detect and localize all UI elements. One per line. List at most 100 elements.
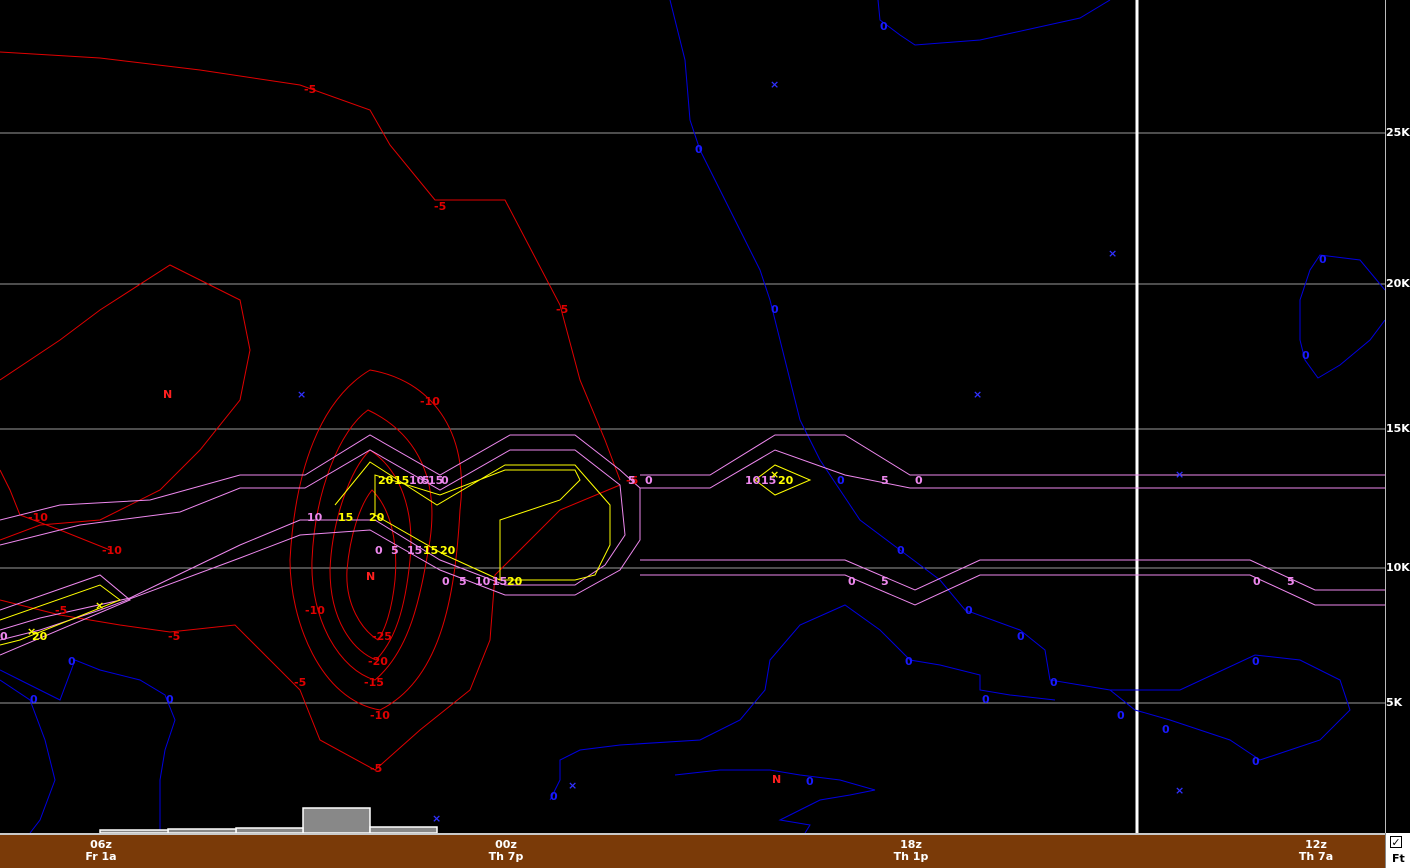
time-label-12z[interactable]: 12z Th 7a (1286, 839, 1346, 863)
icing-label: 0 (915, 474, 923, 487)
forecast-cross-section-window: -5 -5 -5 -10 -10 -10 -5 -10 -25 -20 -15 … (0, 0, 1410, 868)
dewpoint-label: 0 (1252, 655, 1260, 668)
dewpoint-contours (0, 0, 1385, 833)
icing-label: 0 (645, 474, 653, 487)
terrain-block (302, 807, 371, 833)
cross-section-canvas[interactable]: -5 -5 -5 -10 -10 -10 -5 -10 -25 -20 -15 … (0, 0, 1385, 833)
icing-label: 10 (307, 511, 323, 524)
temp-contour-minus5-lower (0, 484, 621, 771)
dewpoint-label: 0 (837, 474, 845, 487)
x-marker: × (297, 388, 306, 401)
icing-label: 0 (375, 544, 383, 557)
temp-label: -25 (372, 630, 392, 643)
altitude-gridlines (0, 132, 1385, 704)
time-label-00z[interactable]: 00z Th 7p (476, 839, 536, 863)
x-marker: × (973, 388, 982, 401)
terrain-profile (99, 807, 438, 833)
time-axis-bar[interactable]: 06z Fr 1a 00z Th 7p 18z Th 1p 12z Th 7a (0, 833, 1385, 868)
temp-label: -15 (364, 676, 384, 689)
icing-label: 0 (1253, 575, 1261, 588)
dewpoint-label: 0 (806, 775, 814, 788)
units-toggle-panel: ✓ Ft (1385, 833, 1410, 868)
time-local: Fr 1a (85, 850, 117, 863)
icing-outer-right-band (640, 434, 1385, 476)
temp-label: -5 (168, 630, 180, 643)
icing-inner-label: 20 (507, 575, 523, 588)
dewpoint-label: 0 (1252, 755, 1260, 768)
low-marker: N (366, 570, 375, 583)
temp-label: -20 (368, 655, 388, 668)
dewpoint-contour-top-right (877, 0, 1111, 46)
icing-outer-labels: 10 15 5 0 0 5 10 15 0 5 10 15 10 15 0 5 … (0, 474, 1295, 643)
temp-label: -10 (420, 395, 440, 408)
temp-label: -10 (28, 511, 48, 524)
altitude-label-5k: 5K (1386, 696, 1403, 709)
x-markers: × × × × × × × × × × × (27, 78, 1184, 825)
temp-label: -5 (370, 762, 382, 775)
time-local: Th 1p (893, 850, 929, 863)
icing-inner-label: 20 (378, 474, 394, 487)
low-marker: N (163, 388, 172, 401)
icing-label: 0 (442, 575, 450, 588)
temp-label: -5 (304, 83, 316, 96)
dewpoint-contour-main (669, 0, 1351, 761)
feet-units-label: Ft (1392, 852, 1405, 865)
icing-inner-label: 15 (338, 511, 353, 524)
altitude-label-10k: 10K (1386, 561, 1410, 574)
dewpoint-label: 0 (1050, 676, 1058, 689)
time-label-18z[interactable]: 18z Th 1p (881, 839, 941, 863)
icing-outer-right-lower-2 (640, 574, 1385, 606)
temp-label: -5 (434, 200, 446, 213)
icing-label: 5 (422, 474, 430, 487)
x-marker: × (432, 812, 441, 825)
x-marker: × (1175, 784, 1184, 797)
icing-label: 5 (391, 544, 399, 557)
icing-label: 5 (1287, 575, 1295, 588)
dewpoint-label: 0 (1302, 349, 1310, 362)
temp-label: -5 (556, 303, 568, 316)
x-marker: × (770, 78, 779, 91)
dewpoint-label: 0 (897, 544, 905, 557)
temp-label: -5 (294, 676, 306, 689)
dewpoint-contour-bottom-left (0, 659, 176, 833)
icing-inner-label: 15 (423, 544, 438, 557)
icing-inner-label: 20 (369, 511, 385, 524)
dewpoint-label: 0 (771, 303, 779, 316)
time-label-06z[interactable]: 06z Fr 1a (71, 839, 131, 863)
x-marker: × (1175, 468, 1184, 481)
x-marker: × (1108, 247, 1117, 260)
dewpoint-label: 0 (68, 655, 76, 668)
icing-label: 0 (0, 630, 8, 643)
dewpoint-label: 0 (695, 143, 703, 156)
x-marker: × (770, 468, 779, 481)
cross-section-plot[interactable]: -5 -5 -5 -10 -10 -10 -5 -10 -25 -20 -15 … (0, 0, 1385, 833)
icing-label: 5 (628, 474, 636, 487)
icing-label: 15 (492, 575, 507, 588)
icing-label: 15 (407, 544, 422, 557)
icing-inner-label: 20 (778, 474, 794, 487)
temp-label: -10 (102, 544, 122, 557)
dewpoint-label: 0 (1017, 630, 1025, 643)
dewpoint-contour-far-right (1299, 254, 1385, 379)
icing-label: 5 (459, 575, 467, 588)
dewpoint-label: 0 (166, 693, 174, 706)
temp-label: -10 (370, 709, 390, 722)
low-markers: N N N (163, 388, 781, 786)
feet-units-checkbox[interactable]: ✓ (1390, 836, 1402, 849)
dewpoint-label: 0 (30, 693, 38, 706)
dewpoint-label: 0 (1162, 723, 1170, 736)
dewpoint-label: 0 (965, 604, 973, 617)
altitude-label-20k: 20K (1386, 277, 1410, 290)
icing-outer-band-inner (0, 449, 626, 631)
x-marker: × (568, 779, 577, 792)
icing-label: 0 (848, 575, 856, 588)
dewpoint-label: 0 (1319, 253, 1327, 266)
temp-label: -10 (305, 604, 325, 617)
time-local: Th 7a (1298, 850, 1334, 863)
temp-contour-minus5-upper (0, 51, 621, 481)
altitude-label-15k: 15K (1386, 422, 1410, 435)
temp-label: -5 (55, 604, 67, 617)
icing-label: 10 (745, 474, 761, 487)
icing-label: 5 (881, 575, 889, 588)
dewpoint-label: 0 (550, 790, 558, 803)
